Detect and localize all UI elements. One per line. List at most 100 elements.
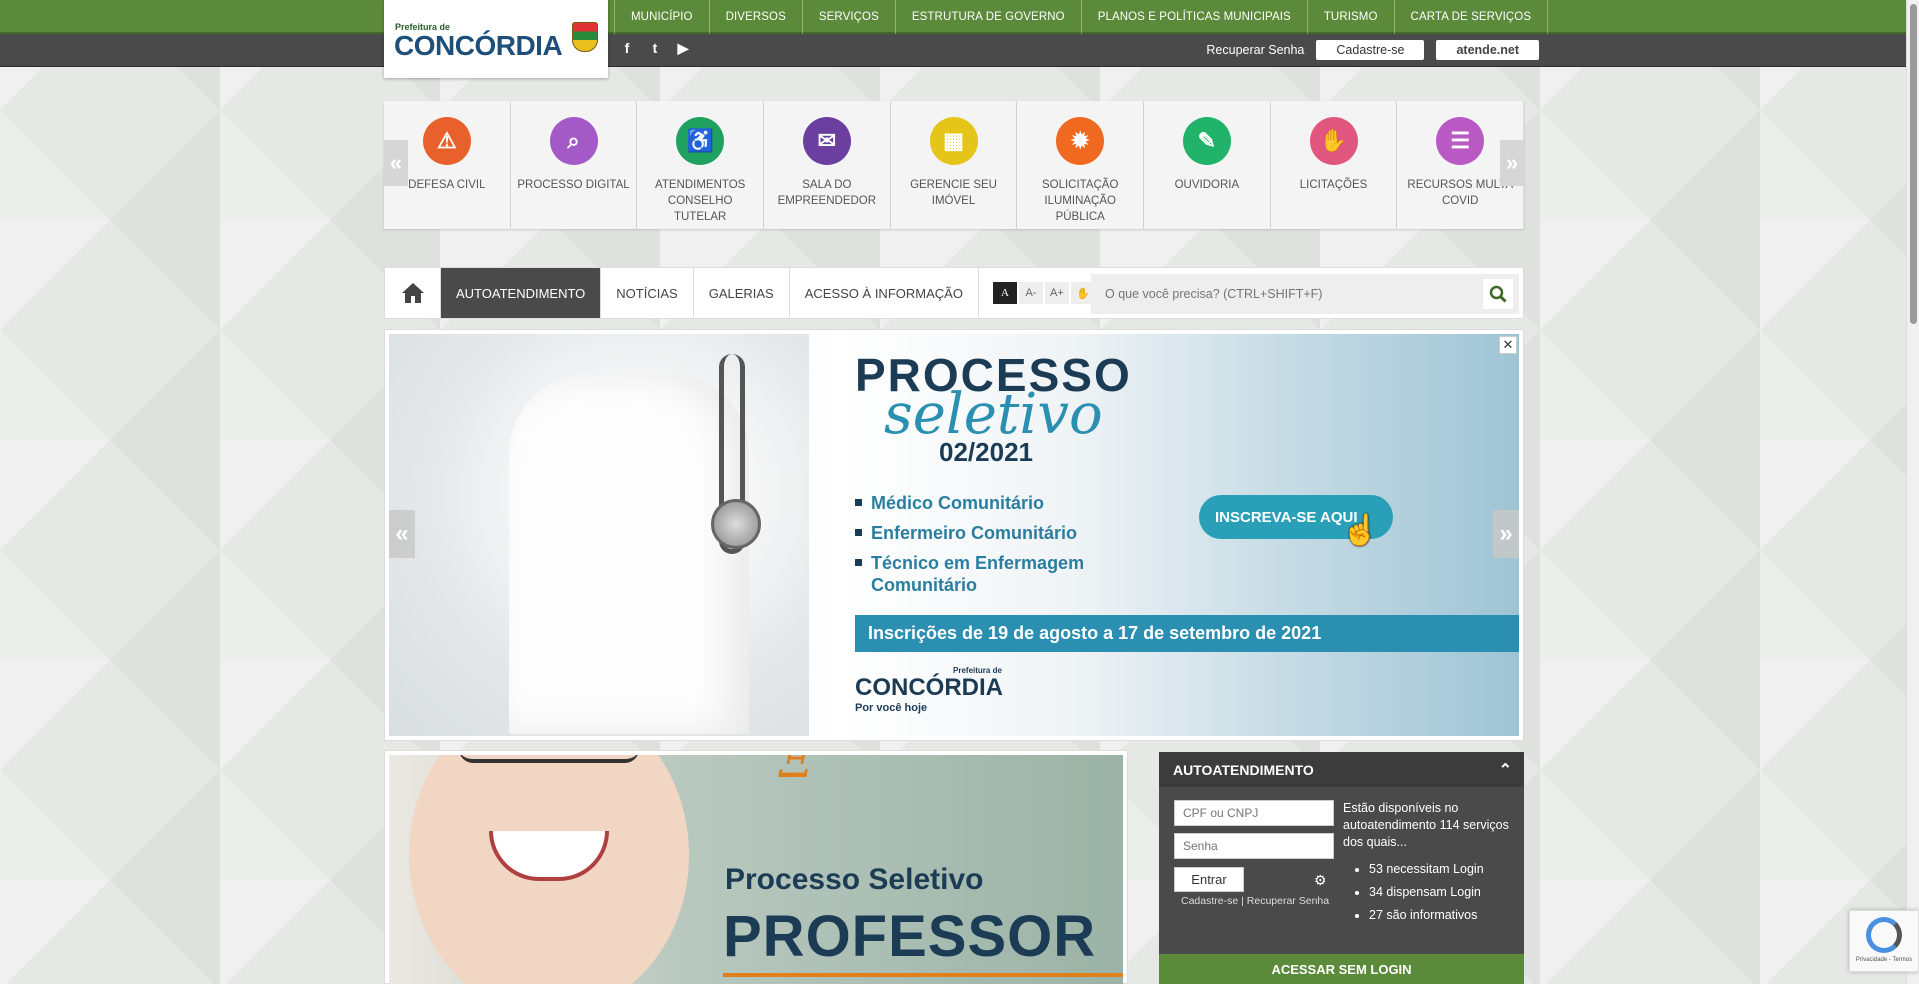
collapse-icon[interactable]: ⌃ — [1499, 760, 1512, 780]
banner-dates: Inscrições de 19 de agosto a 17 de setem… — [855, 615, 1519, 652]
shortcut-item[interactable]: ⌕ PROCESSO DIGITAL — [510, 101, 638, 229]
nav-municipio[interactable]: MUNICÍPIO — [614, 0, 709, 34]
shortcut-label: DEFESA CIVIL — [408, 179, 486, 191]
enroll-label: INSCREVA-SE AQUI — [1215, 508, 1358, 526]
nav-planos-politicas[interactable]: PLANOS E POLÍTICAS MUNICIPAIS — [1080, 0, 1307, 34]
tab-noticias[interactable]: NOTÍCIAS — [601, 268, 694, 318]
shortcut-label: OUVIDORIA — [1174, 179, 1240, 191]
recover-password-link[interactable]: Recuperar Senha — [1247, 895, 1329, 907]
shortcuts-prev-button[interactable]: « — [384, 140, 408, 186]
pointer-hand-icon: ☝ — [1341, 514, 1379, 547]
social-links: f t ▶ — [618, 40, 692, 57]
chat-icon: ✉ — [802, 117, 851, 165]
tab-galerias[interactable]: GALERIAS — [694, 268, 790, 318]
top-utility-bar — [0, 34, 1906, 67]
font-decrease-button[interactable]: A- — [1018, 282, 1043, 304]
page-scrollbar[interactable] — [1906, 0, 1919, 984]
recaptcha-text[interactable]: Privacidade - Termos — [1856, 957, 1912, 963]
nav-estrutura-governo[interactable]: ESTRUTURA DE GOVERNO — [894, 0, 1081, 34]
banner-positions: Médico Comunitário Enfermeiro Comunitári… — [855, 492, 1095, 604]
shortcuts-next-button[interactable]: » — [1500, 140, 1524, 186]
password-field[interactable] — [1174, 833, 1334, 859]
search-input[interactable] — [1091, 274, 1483, 314]
recover-password-link[interactable]: Recuperar Senha — [1206, 43, 1304, 57]
accessibility-icon: ♿ — [676, 117, 725, 165]
banner-logo: Prefeitura de CONCÓRDIA Por você hoje — [855, 666, 1003, 714]
enroll-button[interactable]: INSCREVA-SE AQUI ☝ — [1199, 495, 1393, 547]
nav-diversos[interactable]: DIVERSOS — [708, 0, 802, 34]
shortcut-item[interactable]: ✉ SALA DO EMPREENDEDOR — [764, 101, 891, 229]
news-banner-frame: Ξ Processo Seletivo PROFESSOR — [384, 750, 1128, 984]
shortcut-label: SOLICITAÇÃO ILUMINAÇÃO PÚBLICA — [1041, 179, 1119, 223]
banner-prev-button[interactable]: « — [389, 510, 415, 558]
banner-logo-prefix: Prefeitura de — [953, 666, 1002, 675]
handshake-icon: ✋ — [1309, 117, 1358, 165]
news-banner-title: Processo Seletivo — [725, 863, 984, 896]
shortcuts-carousel: ⚠ DEFESA CIVIL ⌕ PROCESSO DIGITAL ♿ ATENDIMEN… — [384, 101, 1525, 229]
lightbulb-icon: ✹ — [1056, 117, 1105, 165]
auth-links: Cadastre-se | Recuperar Senha — [1181, 895, 1330, 907]
civil-defense-icon: ⚠ — [422, 117, 471, 165]
close-icon[interactable]: ✕ — [1499, 336, 1517, 354]
shortcut-label: ATENDIMENTOS CONSELHO TUTELAR — [655, 179, 746, 223]
contrast-button[interactable]: A — [992, 282, 1017, 304]
youtube-icon[interactable]: ▶ — [674, 40, 692, 57]
facebook-icon[interactable]: f — [618, 40, 636, 57]
search-icon — [1489, 285, 1507, 303]
account-links: Recuperar Senha Cadastre-se atende.net — [1206, 40, 1539, 60]
shortcut-label: GERENCIE SEU IMÓVEL — [910, 179, 997, 207]
autoatendimento-header: AUTOATENDIMENTO ⌃ — [1159, 752, 1524, 787]
autoatendimento-panel: AUTOATENDIMENTO ⌃ Entrar ⚙ Cadastre-se |… — [1159, 752, 1524, 984]
banner-edition: 02/2021 — [939, 437, 1033, 467]
news-banner-subtitle: PROFESSOR — [723, 904, 1097, 969]
main-top-nav: MUNICÍPIO DIVERSOS SERVIÇOS ESTRUTURA DE… — [614, 0, 1549, 34]
banner-next-button[interactable]: » — [1493, 510, 1519, 558]
shortcut-label: SALA DO EMPREENDEDOR — [777, 179, 877, 207]
main-banner[interactable]: PROCESSO seletivo 02/2021 Médico Comunit… — [389, 334, 1519, 736]
news-banner[interactable]: Ξ Processo Seletivo PROFESSOR — [389, 755, 1123, 984]
search-button[interactable] — [1483, 279, 1513, 309]
services-stats: 53 necessitam Login 34 dispensam Login 2… — [1369, 862, 1484, 931]
login-button[interactable]: Entrar — [1174, 867, 1244, 892]
building-icon: ▦ — [929, 117, 978, 165]
city-crest-icon — [572, 22, 598, 52]
cpf-cnpj-field[interactable] — [1174, 800, 1334, 826]
nav-carta-servicos[interactable]: CARTA DE SERVIÇOS — [1393, 0, 1549, 34]
signup-button[interactable]: Cadastre-se — [1316, 40, 1425, 60]
search-bar — [1091, 274, 1519, 314]
magnifier-icon: ⌕ — [549, 117, 598, 165]
scrollbar-thumb[interactable] — [1910, 4, 1917, 324]
shortcut-item[interactable]: ▦ GERENCIE SEU IMÓVEL — [890, 101, 1018, 229]
font-increase-button[interactable]: A+ — [1044, 282, 1069, 304]
twitter-icon[interactable]: t — [646, 40, 664, 57]
list-item: Técnico em Enfermagem Comunitário — [855, 552, 1095, 596]
main-banner-frame: ✕ « » PROCESSO seletivo 02/2021 Médico C… — [384, 329, 1524, 741]
atende-net-button[interactable]: atende.net — [1436, 40, 1539, 60]
tab-autoatendimento[interactable]: AUTOATENDIMENTO — [441, 268, 602, 318]
shortcut-item[interactable]: ✋ LICITAÇÕES — [1270, 101, 1398, 229]
shortcut-item[interactable]: ✹ SOLICITAÇÃO ILUMINAÇÃO PÚBLICA — [1017, 101, 1145, 229]
tab-acesso-informacao[interactable]: ACESSO À INFORMAÇÃO — [790, 268, 979, 318]
signup-link[interactable]: Cadastre-se — [1181, 895, 1238, 907]
shortcut-label: PROCESSO DIGITAL — [517, 179, 630, 191]
banner-logo-slogan: Por você hoje — [855, 702, 928, 714]
shortcut-item[interactable]: ♿ ATENDIMENTOS CONSELHO TUTELAR — [637, 101, 765, 229]
speech-bubble-icon: ✎ — [1182, 117, 1231, 165]
list-item: 27 são informativos — [1369, 908, 1484, 922]
list-item: 53 necessitam Login — [1369, 862, 1484, 876]
accessibility-controls: A A- A+ ✋ — [992, 282, 1095, 304]
services-info: Estão disponíveis no autoatendimento 114… — [1343, 801, 1509, 849]
nav-turismo[interactable]: TURISMO — [1306, 0, 1394, 34]
nav-servicos[interactable]: SERVIÇOS — [801, 0, 895, 34]
document-icon: ☰ — [1436, 117, 1485, 165]
home-button[interactable] — [385, 268, 441, 318]
recaptcha-badge[interactable]: Privacidade - Termos — [1849, 910, 1919, 972]
list-item: Médico Comunitário — [855, 492, 1095, 514]
gear-icon[interactable]: ⚙ — [1314, 872, 1327, 889]
access-without-login-button[interactable]: ACESSAR SEM LOGIN — [1159, 954, 1524, 984]
list-item: Enfermeiro Comunitário — [855, 522, 1095, 544]
shortcut-item[interactable]: ✎ OUVIDORIA — [1144, 101, 1271, 229]
home-icon — [401, 283, 424, 303]
banner-logo-title: CONCÓRDIA — [855, 674, 1003, 701]
site-logo[interactable]: Prefeitura de CONCÓRDIA — [384, 0, 608, 78]
